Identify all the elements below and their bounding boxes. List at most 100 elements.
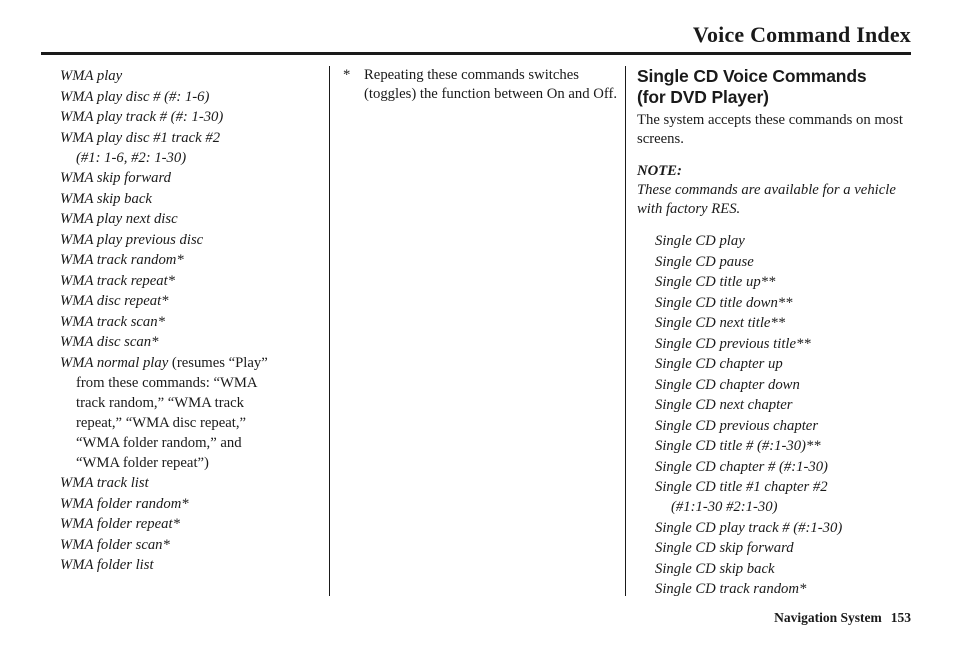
command-item: Single CD track random* (655, 579, 919, 599)
command-item: Single CD title up** (655, 272, 919, 292)
command-item: Single CD chapter down (655, 375, 919, 395)
command-item: Single CD next chapter (655, 395, 919, 415)
section-heading: Single CD Voice Commands (for DVD Player… (637, 66, 919, 108)
command-line: Single CD title #1 chapter #2 (655, 479, 828, 495)
section-intro: The system accepts these commands on mos… (637, 112, 903, 147)
command-line: Single CD pause (655, 253, 754, 270)
command-item: Single CD previous chapter (655, 416, 919, 436)
command-item: WMA normal play (resumes “Play” from thes… (60, 353, 318, 473)
command-line-continuation: from these commands: “WMA (76, 374, 258, 391)
command-line: Single CD next title** (655, 315, 786, 331)
command-line: Single CD play track # (#:1-30) (655, 519, 843, 536)
command-item: Single CD chapter up (655, 354, 919, 374)
command-line: WMA skip back (60, 190, 152, 207)
command-line: WMA play next disc (60, 211, 178, 227)
command-item: WMA track random* (60, 250, 318, 270)
command-line: WMA track repeat* (60, 272, 176, 289)
command-item: WMA play track # (#: 1-30) (60, 107, 318, 127)
command-item: Single CD skip forward (655, 538, 919, 558)
command-note: (resumes “Play” (168, 354, 268, 371)
footer-system-name: Navigation System (774, 610, 882, 625)
command-line: Single CD title down** (655, 294, 793, 311)
footnote-marker: * (343, 67, 351, 83)
command-item: WMA track repeat* (60, 271, 318, 291)
command-line: Single CD title up** (655, 274, 776, 290)
command-item: Single CD title down** (655, 293, 919, 313)
command-line-continuation: (#1: 1-6, #2: 1-30) (76, 149, 187, 166)
command-item: WMA skip forward (60, 168, 318, 188)
command-item: WMA folder repeat* (60, 514, 318, 534)
page-header: Voice Command Index (41, 24, 911, 46)
footnote-text: Repeating these commands switches (toggl… (364, 67, 618, 102)
command-line-continuation: repeat,” “WMA disc repeat,” (76, 414, 247, 431)
command-line: WMA play previous disc (60, 231, 204, 248)
command-line: WMA track list (60, 475, 149, 491)
column-divider-left (329, 66, 330, 596)
command-line: WMA play disc #1 track #2 (60, 129, 221, 146)
command-line: WMA disc scan* (60, 334, 159, 350)
command-line: Single CD previous chapter (655, 417, 819, 434)
note-text: These commands are available for a vehic… (637, 182, 896, 217)
command-item: Single CD title # (#:1-30)** (655, 436, 919, 456)
command-line-continuation: track random,” “WMA track (76, 394, 245, 411)
command-item: WMA disc repeat* (60, 291, 318, 311)
command-line: WMA folder scan* (60, 536, 170, 553)
command-line: Single CD chapter # (#:1-30) (655, 458, 828, 475)
command-line: Single CD skip back (655, 560, 775, 577)
command-line: Single CD play (655, 233, 745, 249)
command-line-continuation: “WMA folder random,” and (76, 434, 242, 451)
command-item: Single CD play track # (#:1-30) (655, 518, 919, 538)
command-line: WMA skip forward (60, 170, 171, 186)
command-item: Single CD play (655, 231, 919, 251)
wma-command-list: WMA play WMA play disc # (#: 1-6) WMA play… (60, 66, 318, 575)
command-item: WMA play (60, 66, 318, 86)
section-heading-line2: (for DVD Player) (637, 87, 769, 107)
command-item: WMA play disc #1 track #2 (#1: 1-6, #2: 1… (60, 128, 318, 168)
single-cd-command-list: Single CD play Single CD pause Single CD t… (655, 231, 919, 599)
command-item: Single CD previous title** (655, 334, 919, 354)
command-line: Single CD chapter up (655, 356, 783, 372)
command-item: WMA skip back (60, 189, 318, 209)
command-item: WMA track scan* (60, 312, 318, 332)
command-line: WMA play (60, 68, 123, 84)
command-item: Single CD pause (655, 252, 919, 272)
command-line: Single CD title # (#:1-30)** (655, 438, 821, 454)
command-line-continuation: “WMA folder repeat”) (76, 454, 209, 471)
command-item: WMA disc scan* (60, 332, 318, 352)
command-line: Single CD chapter down (655, 376, 800, 393)
command-item: Single CD next title** (655, 313, 919, 333)
command-line: WMA folder random* (60, 495, 189, 512)
column-divider-right (625, 66, 626, 596)
command-line: WMA track scan* (60, 313, 165, 330)
footer-page-number: 153 (890, 610, 911, 625)
command-line: Single CD skip forward (655, 540, 794, 556)
document-page: Voice Command Index WMA play WMA play dis… (0, 0, 954, 652)
command-line: WMA folder list (60, 557, 154, 573)
command-item: WMA play previous disc (60, 230, 318, 250)
command-item: WMA folder scan* (60, 535, 318, 555)
command-item: WMA play next disc (60, 209, 318, 229)
command-item: WMA folder random* (60, 494, 318, 514)
command-line: WMA folder repeat* (60, 516, 180, 532)
note-label: NOTE: (637, 163, 682, 179)
command-line: WMA track random* (60, 252, 184, 268)
command-line: WMA play disc # (#: 1-6) (60, 88, 210, 105)
command-line: Single CD previous title** (655, 335, 811, 352)
command-name: WMA normal play (60, 354, 169, 371)
command-item: Single CD skip back (655, 559, 919, 579)
page-footer: Navigation System 153 (41, 610, 911, 626)
header-rule (41, 52, 911, 55)
command-item: WMA folder list (60, 555, 318, 575)
left-column: WMA play WMA play disc # (#: 1-6) WMA play… (60, 66, 318, 576)
command-line: WMA normal play (resumes “Play” (60, 353, 318, 373)
section-heading-line1: Single CD Voice Commands (637, 66, 867, 86)
command-line: Single CD track random* (655, 581, 807, 597)
command-item: WMA play disc # (#: 1-6) (60, 87, 318, 107)
command-item: Single CD chapter # (#:1-30) (655, 457, 919, 477)
page-title: Voice Command Index (692, 22, 911, 47)
command-line: WMA play track # (#: 1-30) (60, 109, 224, 125)
command-line-continuation: (#1:1-30 #2:1-30) (671, 499, 778, 515)
command-item: WMA track list (60, 473, 318, 493)
command-line: Single CD next chapter (655, 397, 793, 413)
